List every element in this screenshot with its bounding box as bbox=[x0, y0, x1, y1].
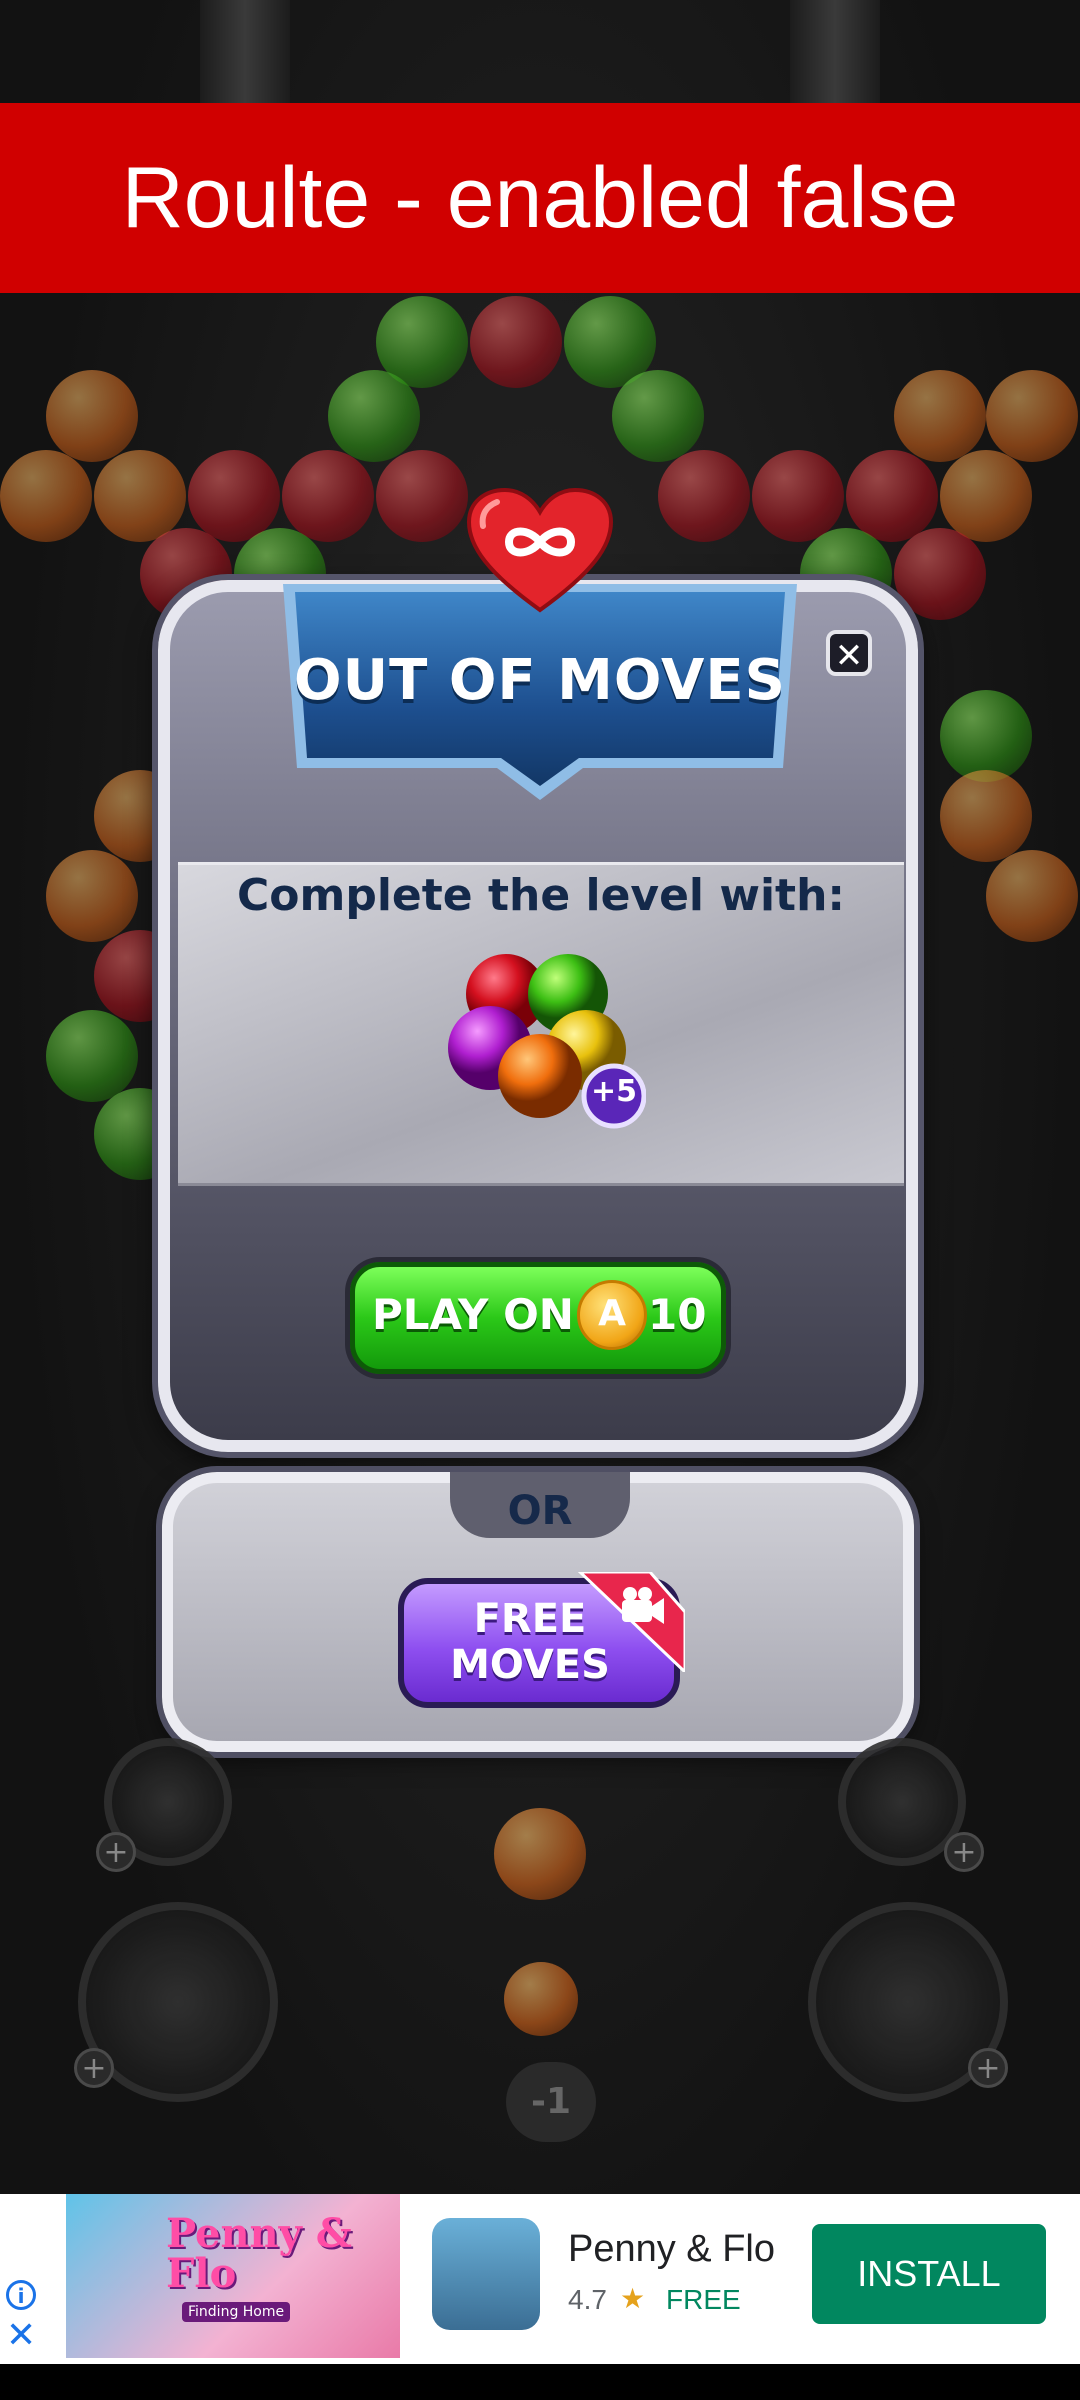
ad-creative-subtitle: Finding Home bbox=[182, 2302, 291, 2322]
or-label: OR bbox=[507, 1488, 573, 1534]
debug-banner-text: Roulte - enabled false bbox=[121, 149, 959, 246]
bubble bbox=[612, 370, 704, 462]
bubble bbox=[986, 370, 1078, 462]
top-pipe bbox=[200, 0, 290, 110]
bubble bbox=[328, 370, 420, 462]
bubble bbox=[940, 690, 1032, 782]
bubble bbox=[376, 450, 468, 542]
bubble bbox=[470, 296, 562, 388]
shots-indicator: -1 bbox=[506, 2062, 596, 2142]
play-on-label: PLAY ON bbox=[372, 1290, 574, 1339]
close-icon[interactable]: ✕ bbox=[6, 2318, 36, 2354]
bubble bbox=[752, 450, 844, 542]
bonus-moves-badge: +5 bbox=[590, 1074, 637, 1109]
bubble bbox=[894, 528, 986, 620]
next-bubble bbox=[494, 1808, 586, 1900]
bubble bbox=[986, 850, 1078, 942]
coin-icon: A bbox=[577, 1280, 647, 1350]
bubble bbox=[46, 370, 138, 462]
add-booster-plus-icon: + bbox=[968, 2048, 1008, 2088]
install-button[interactable]: INSTALL bbox=[812, 2224, 1046, 2324]
top-pipe bbox=[790, 0, 880, 110]
bubble bbox=[846, 450, 938, 542]
close-button[interactable]: ✕ bbox=[826, 630, 872, 676]
bubble bbox=[658, 450, 750, 542]
ad-creative-title: Penny & Flo bbox=[166, 2210, 352, 2297]
bubble bbox=[46, 1010, 138, 1102]
play-on-cost: 10 bbox=[648, 1290, 707, 1339]
ad-price: FREE bbox=[666, 2284, 741, 2315]
add-booster-plus-icon: + bbox=[944, 1832, 984, 1872]
bubble bbox=[0, 450, 92, 542]
ad-rating: 4.7 bbox=[568, 2284, 607, 2315]
dialog-title: OUT OF MOVES bbox=[294, 648, 786, 713]
add-booster-plus-icon: + bbox=[96, 1832, 136, 1872]
info-icon[interactable]: i bbox=[6, 2280, 36, 2310]
bubble bbox=[282, 450, 374, 542]
app-icon[interactable] bbox=[432, 2218, 540, 2330]
debug-banner: Roulte - enabled false bbox=[0, 103, 1080, 293]
star-icon: ★ bbox=[620, 2282, 646, 2315]
bubble bbox=[940, 450, 1032, 542]
loaded-bubble bbox=[504, 1962, 578, 2036]
infinite-lives-heart-icon bbox=[467, 488, 613, 613]
system-nav-bar bbox=[0, 2364, 1080, 2400]
bubble bbox=[46, 850, 138, 942]
video-camera-icon bbox=[577, 1572, 685, 1672]
bubble bbox=[94, 450, 186, 542]
ad-creative-image[interactable]: Penny & Flo Finding Home bbox=[66, 2194, 400, 2358]
bubble bbox=[188, 450, 280, 542]
bubble bbox=[940, 770, 1032, 862]
complete-level-subtitle: Complete the level with: bbox=[236, 870, 846, 921]
ad-app-name: Penny & Flo bbox=[568, 2228, 775, 2270]
bubble bbox=[894, 370, 986, 462]
add-booster-plus-icon: + bbox=[74, 2048, 114, 2088]
